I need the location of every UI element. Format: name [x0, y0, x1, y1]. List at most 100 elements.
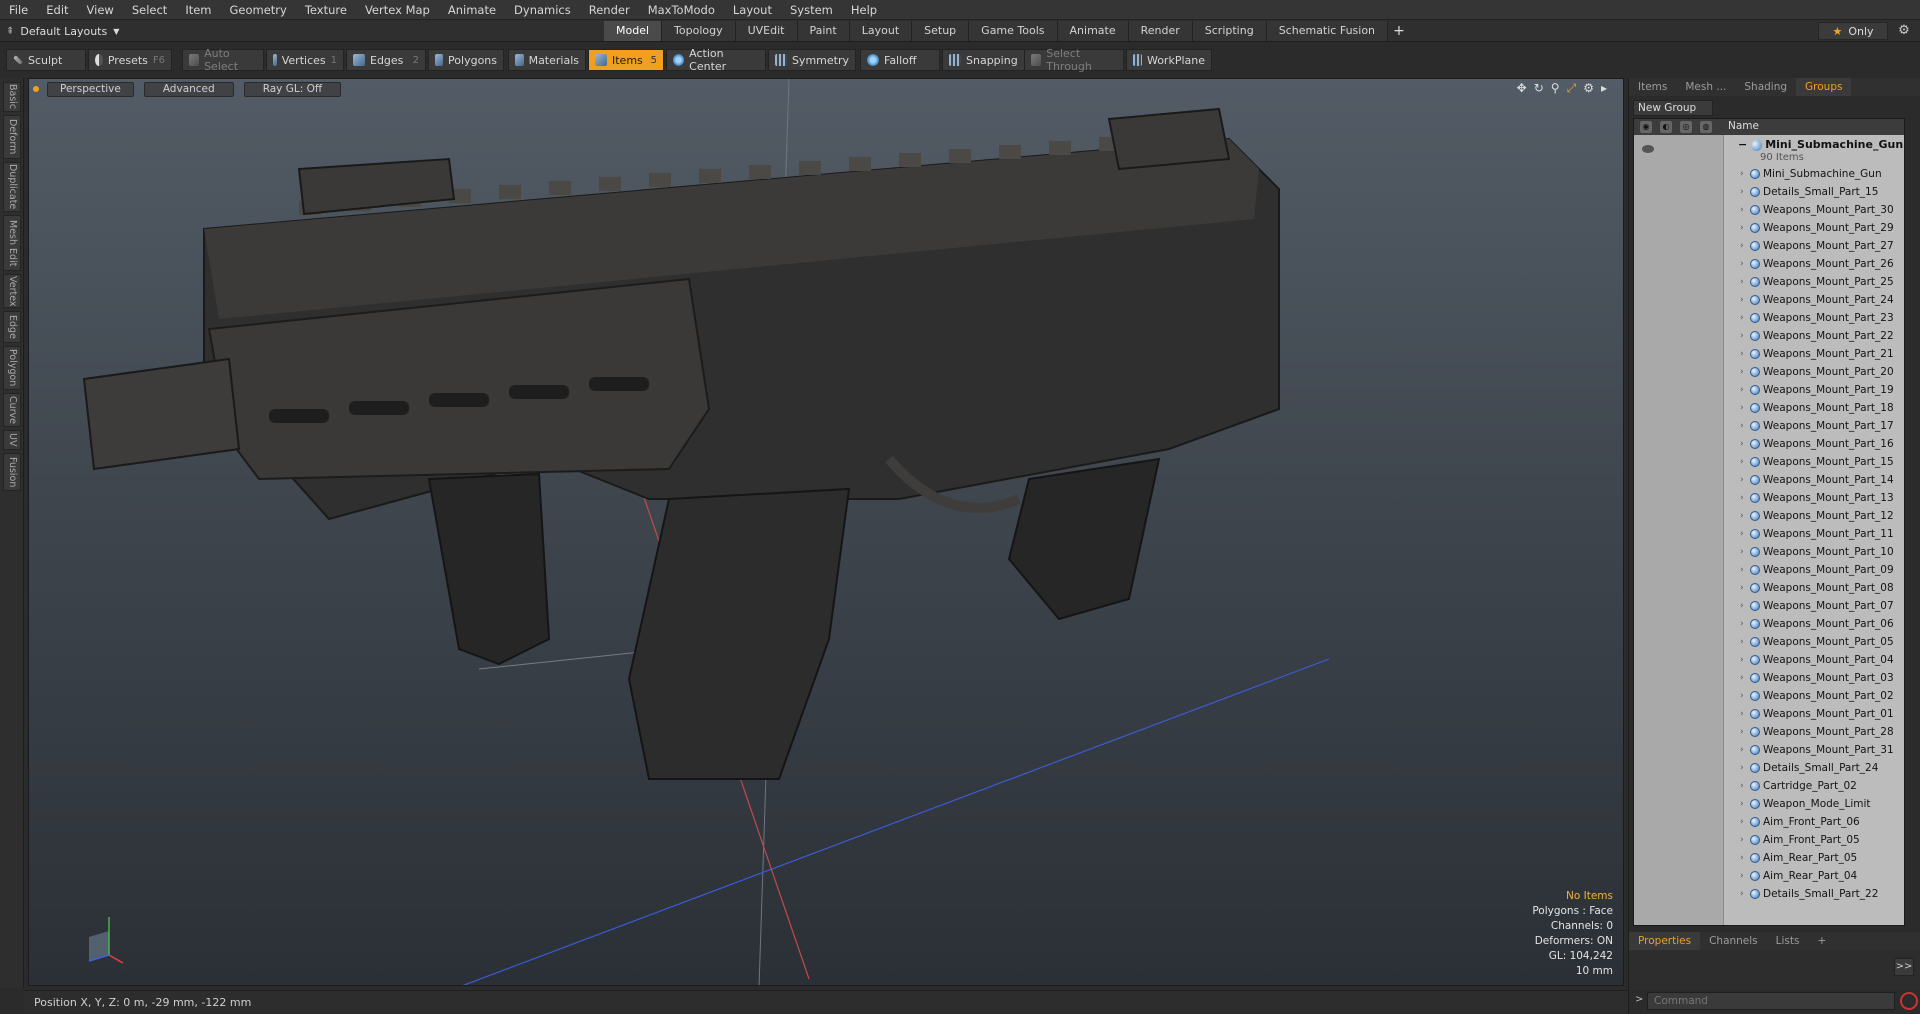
menu-animate[interactable]: Animate	[439, 0, 505, 20]
tool-tab-uv[interactable]: UV	[3, 430, 21, 450]
name-column-header[interactable]: Name	[1728, 120, 1759, 132]
viewport-menu-dot[interactable]	[33, 86, 39, 92]
visibility-column-icon[interactable]: ◉	[1640, 121, 1652, 133]
list-item[interactable]: › Weapons_Mount_Part_29	[1724, 219, 1894, 237]
list-item[interactable]: › Weapons_Mount_Part_18	[1724, 399, 1894, 417]
materials-button[interactable]: Materials	[508, 49, 586, 71]
bottom-tab-properties[interactable]: Properties	[1629, 932, 1701, 950]
root-group-row[interactable]: − Mini_Submachine_Gun	[1724, 137, 1903, 153]
tool-tab-duplicate[interactable]: Duplicate	[3, 162, 21, 212]
collapse-icon[interactable]: −	[1738, 137, 1747, 153]
tab-render[interactable]: Render	[1128, 21, 1193, 41]
edges-button[interactable]: Edges 2	[346, 49, 426, 71]
list-item[interactable]: › Weapons_Mount_Part_01	[1724, 705, 1894, 723]
list-item[interactable]: › Weapons_Mount_Part_20	[1724, 363, 1894, 381]
menu-dynamics[interactable]: Dynamics	[505, 0, 580, 20]
panel-tab-mesh[interactable]: Mesh ...	[1676, 78, 1735, 96]
tool-tab-mesh-edit[interactable]: Mesh Edit	[3, 215, 21, 271]
list-item[interactable]: › Weapon_Mode_Limit	[1724, 795, 1871, 813]
menu-item[interactable]: Item	[176, 0, 220, 20]
list-item[interactable]: › Weapons_Mount_Part_19	[1724, 381, 1894, 399]
list-item[interactable]: › Aim_Rear_Part_04	[1724, 867, 1857, 885]
vertices-button[interactable]: Vertices 1	[266, 49, 344, 71]
list-item[interactable]: › Weapons_Mount_Part_07	[1724, 597, 1894, 615]
tool-tab-fusion[interactable]: Fusion	[3, 453, 21, 491]
list-item[interactable]: › Weapons_Mount_Part_15	[1724, 453, 1894, 471]
select-through-button[interactable]: Select Through	[1024, 47, 1124, 73]
tab-paint[interactable]: Paint	[797, 21, 850, 41]
list-item[interactable]: › Aim_Rear_Part_05	[1724, 849, 1857, 867]
add-panel-tab-icon[interactable]: +	[1808, 932, 1835, 950]
list-item[interactable]: › Weapons_Mount_Part_27	[1724, 237, 1894, 255]
action-center-button[interactable]: Action Center	[666, 47, 766, 73]
list-item[interactable]: › Details_Small_Part_22	[1724, 885, 1878, 903]
list-item[interactable]: › Weapons_Mount_Part_13	[1724, 489, 1894, 507]
menu-help[interactable]: Help	[842, 0, 886, 20]
gear-icon[interactable]: ⚙	[1895, 22, 1913, 40]
tab-scripting[interactable]: Scripting	[1192, 21, 1267, 41]
list-item[interactable]: › Weapons_Mount_Part_10	[1724, 543, 1894, 561]
sculpt-button[interactable]: Sculpt	[6, 49, 86, 71]
panel-tab-shading[interactable]: Shading	[1735, 78, 1796, 96]
zoom-view-icon[interactable]: ⚲	[1551, 81, 1560, 96]
tool-tab-deform[interactable]: Deform	[3, 115, 21, 159]
command-input[interactable]	[1647, 992, 1895, 1010]
tab-schematic-fusion[interactable]: Schematic Fusion	[1266, 21, 1389, 41]
list-item[interactable]: › Weapons_Mount_Part_23	[1724, 309, 1894, 327]
list-item[interactable]: › Weapons_Mount_Part_14	[1724, 471, 1894, 489]
menu-render[interactable]: Render	[580, 0, 639, 20]
expand-button[interactable]: >>	[1894, 958, 1914, 976]
list-item[interactable]: › Weapons_Mount_Part_30	[1724, 201, 1894, 219]
menu-file[interactable]: File	[0, 0, 37, 20]
menu-maxtomodo[interactable]: MaxToModo	[639, 0, 724, 20]
list-item[interactable]: › Aim_Front_Part_05	[1724, 831, 1860, 849]
falloff-button[interactable]: Falloff	[860, 49, 940, 71]
tab-topology[interactable]: Topology	[662, 21, 736, 41]
workplane-button[interactable]: WorkPlane	[1126, 49, 1212, 71]
list-item[interactable]: › Weapons_Mount_Part_26	[1724, 255, 1894, 273]
list-item[interactable]: › Weapons_Mount_Part_04	[1724, 651, 1894, 669]
list-item[interactable]: › Weapons_Mount_Part_12	[1724, 507, 1894, 525]
list-item[interactable]: › Aim_Front_Part_06	[1724, 813, 1860, 831]
layout-dropdown[interactable]: ⇞ Default Layouts ▼	[6, 22, 119, 40]
list-item[interactable]: › Weapons_Mount_Part_17	[1724, 417, 1894, 435]
list-item[interactable]: › Weapons_Mount_Part_28	[1724, 723, 1894, 741]
list-item[interactable]: › Weapons_Mount_Part_11	[1724, 525, 1894, 543]
move-view-icon[interactable]: ✥	[1517, 81, 1527, 96]
list-item[interactable]: › Details_Small_Part_15	[1724, 183, 1878, 201]
list-item[interactable]: › Weapons_Mount_Part_25	[1724, 273, 1894, 291]
list-item[interactable]: › Weapons_Mount_Part_31	[1724, 741, 1894, 759]
fit-view-icon[interactable]: ⤢	[1567, 81, 1577, 96]
list-item[interactable]: › Weapons_Mount_Part_05	[1724, 633, 1894, 651]
lock-column-icon[interactable]: ◎	[1680, 121, 1692, 133]
snapping-button[interactable]: Snapping	[942, 49, 1026, 71]
list-item[interactable]: › Weapons_Mount_Part_22	[1724, 327, 1894, 345]
3d-viewport[interactable]: Perspective Advanced Ray GL: Off ✥ ↻ ⚲ ⤢…	[28, 78, 1624, 986]
view-type-button[interactable]: Perspective	[47, 81, 134, 97]
viewport-expand-icon[interactable]: ▸	[1601, 81, 1607, 96]
list-item[interactable]: › Cartridge_Part_02	[1724, 777, 1857, 795]
tool-tab-vertex[interactable]: Vertex	[3, 274, 21, 308]
menu-select[interactable]: Select	[123, 0, 176, 20]
list-item[interactable]: › Weapons_Mount_Part_16	[1724, 435, 1894, 453]
tab-setup[interactable]: Setup	[912, 21, 970, 41]
tab-uvedit[interactable]: UVEdit	[735, 21, 798, 41]
list-item[interactable]: › Weapons_Mount_Part_08	[1724, 579, 1894, 597]
viewport-settings-icon[interactable]: ⚙	[1583, 81, 1594, 96]
add-tab-icon[interactable]: +	[1388, 21, 1410, 41]
menu-vertex-map[interactable]: Vertex Map	[356, 0, 439, 20]
list-item[interactable]: › Weapons_Mount_Part_06	[1724, 615, 1894, 633]
tab-model[interactable]: Model	[604, 21, 663, 41]
render-column-icon[interactable]: ◐	[1660, 121, 1672, 133]
command-history-icon[interactable]	[1900, 992, 1918, 1010]
bottom-tab-channels[interactable]: Channels	[1700, 932, 1767, 950]
tool-tab-curve[interactable]: Curve	[3, 393, 21, 427]
list-item[interactable]: › Weapons_Mount_Part_09	[1724, 561, 1894, 579]
menu-texture[interactable]: Texture	[296, 0, 356, 20]
menu-view[interactable]: View	[78, 0, 123, 20]
symmetry-button[interactable]: Symmetry	[768, 49, 856, 71]
only-button[interactable]: ★ Only	[1818, 22, 1888, 40]
menu-geometry[interactable]: Geometry	[221, 0, 296, 20]
new-group-button[interactable]: New Group	[1633, 100, 1713, 116]
shading-button[interactable]: Advanced	[143, 81, 234, 97]
